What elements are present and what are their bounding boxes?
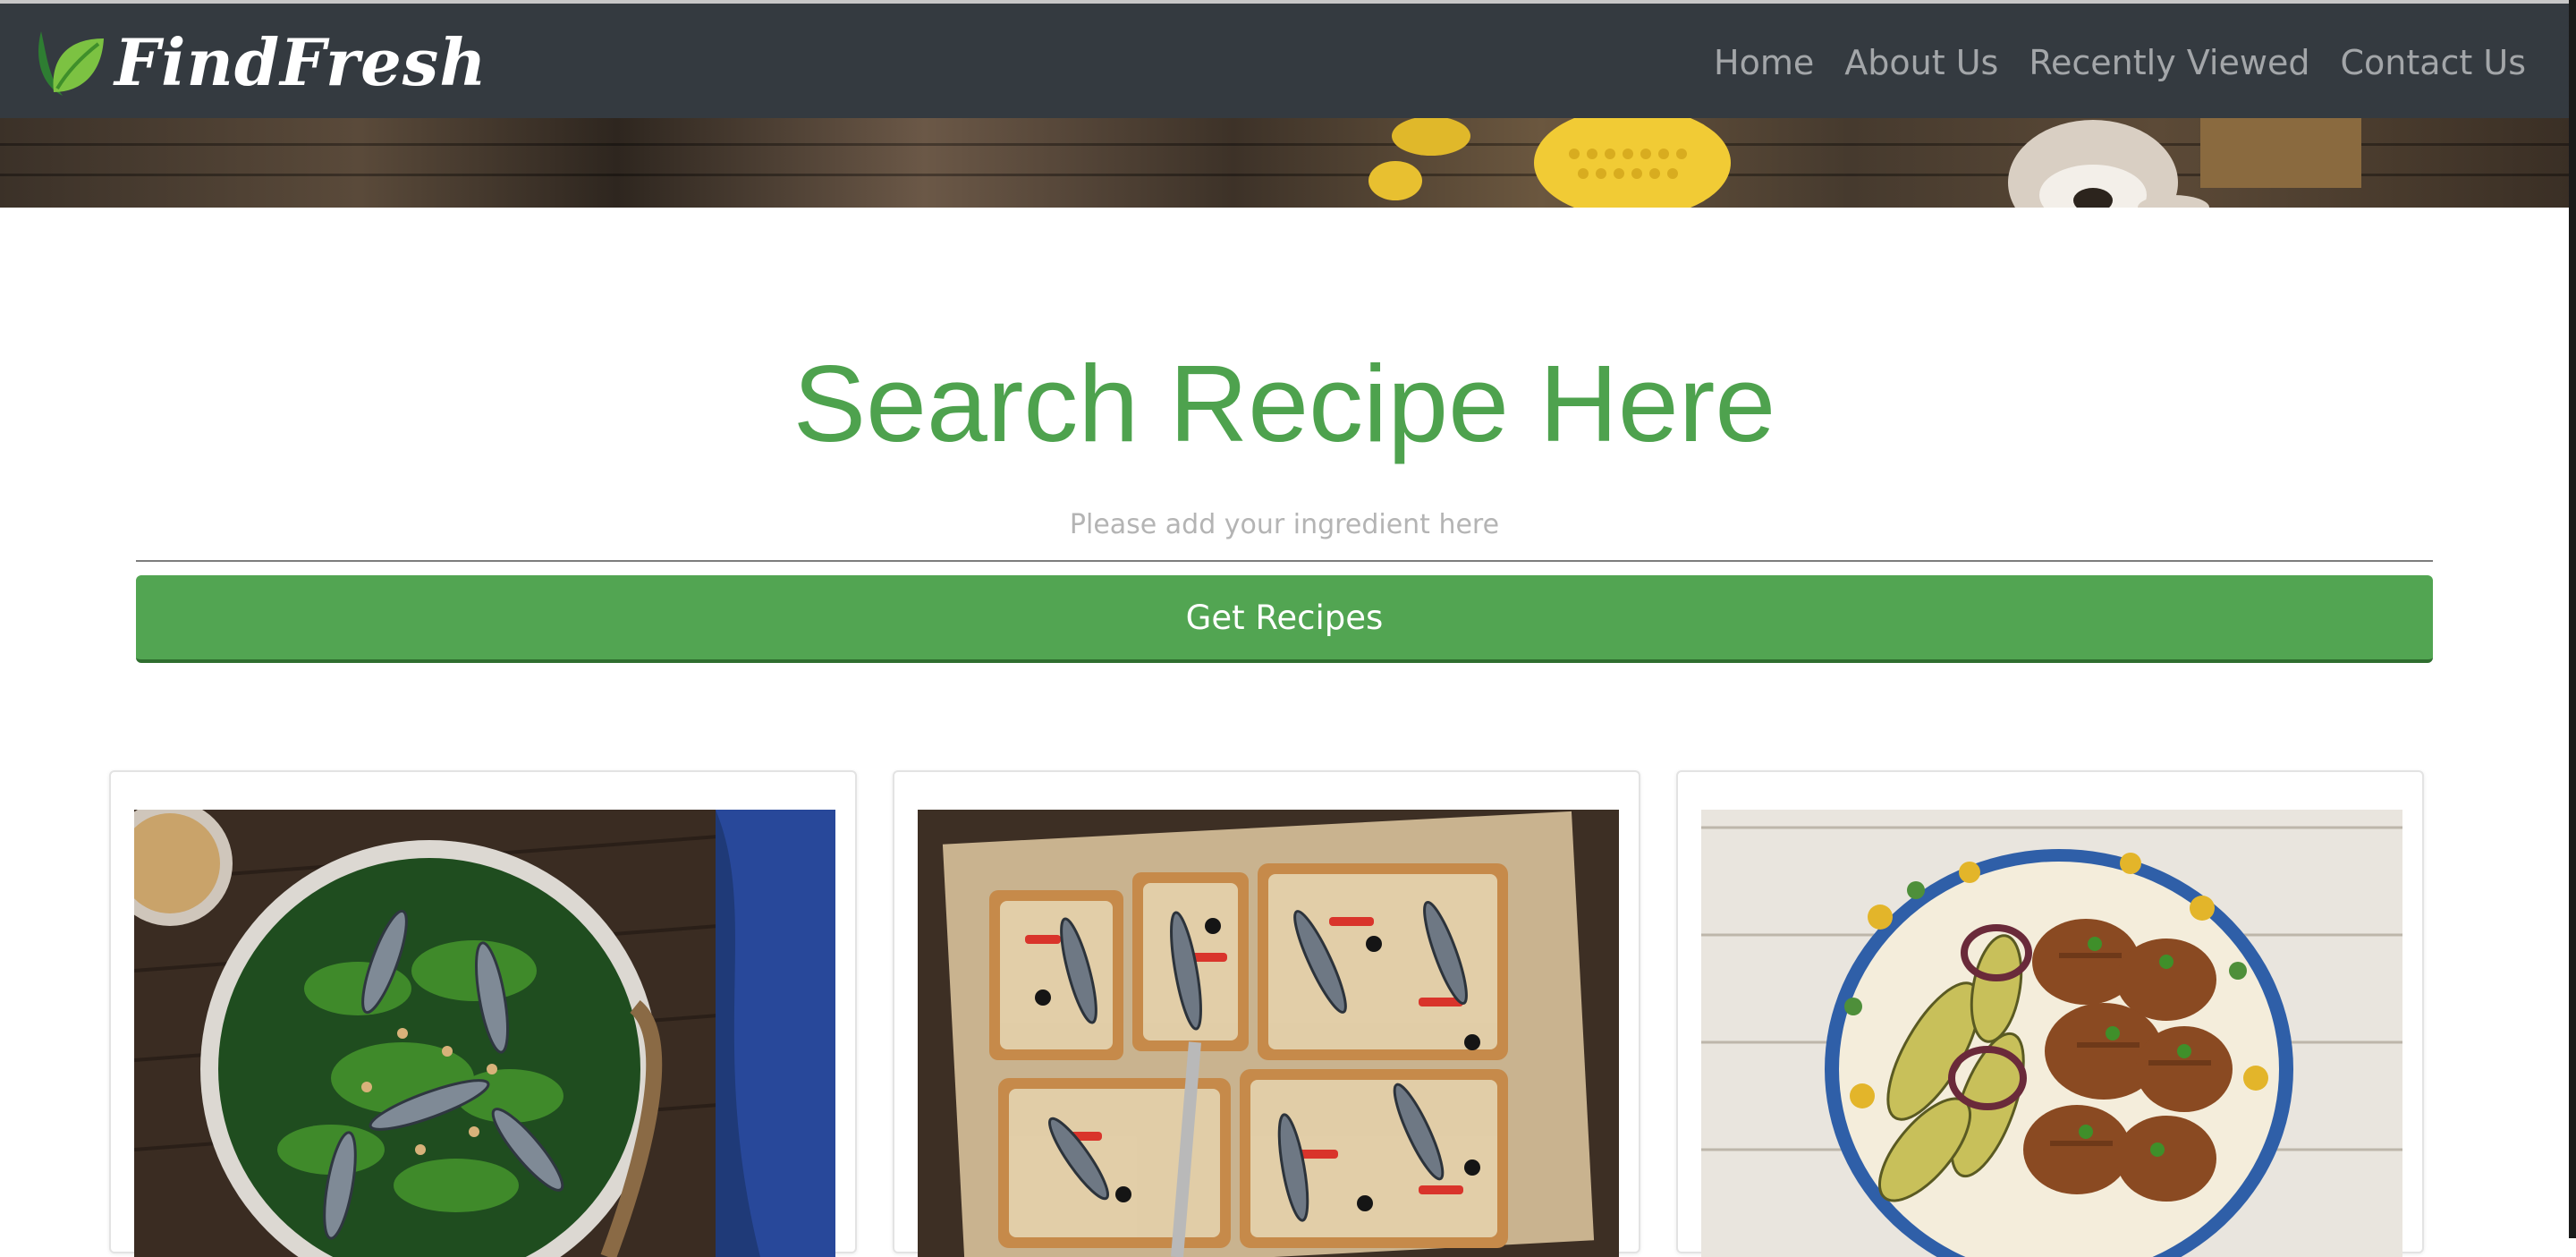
nav-menu: Home About Us Recently Viewed Contact Us <box>1714 4 2526 122</box>
nav-home-link[interactable]: Home <box>1714 43 1814 82</box>
nav-contact-link[interactable]: Contact Us <box>2340 43 2526 82</box>
hero-banner-image <box>0 118 2569 208</box>
recipe-card[interactable] <box>1676 770 2424 1257</box>
brand-name: FindFresh <box>114 24 487 100</box>
nav-about-link[interactable]: About Us <box>1844 43 1998 82</box>
recipe-card[interactable] <box>893 770 1640 1257</box>
brand-logo[interactable]: FindFresh <box>32 18 487 107</box>
top-navbar: FindFresh Home About Us Recently Viewed … <box>0 0 2576 118</box>
recipe-image-grilled-chicken-vegetables[interactable] <box>1701 810 2402 1257</box>
get-recipes-button[interactable]: Get Recipes <box>136 575 2433 663</box>
leaf-icon <box>38 31 104 96</box>
page-title: Search Recipe Here <box>792 343 1776 464</box>
ingredient-search-input[interactable] <box>136 490 2433 562</box>
nav-recently-viewed-link[interactable]: Recently Viewed <box>2029 43 2309 82</box>
recipe-card[interactable] <box>109 770 857 1257</box>
window-edge <box>2569 0 2576 1238</box>
recipe-image-sardine-flatbread[interactable] <box>918 810 1619 1257</box>
recipe-image-sardine-salad[interactable] <box>134 810 835 1257</box>
